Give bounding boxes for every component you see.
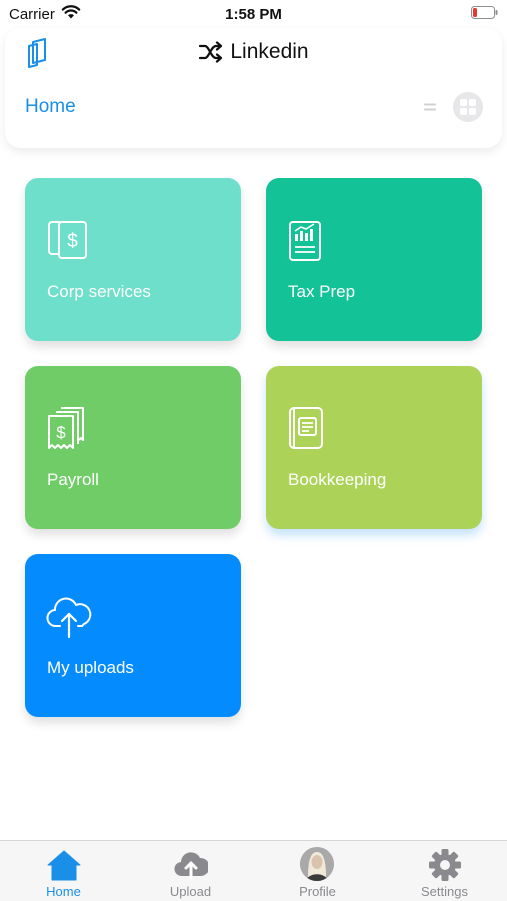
tab-home[interactable]: Home <box>0 841 127 901</box>
app-title-text: Linkedin <box>230 40 309 63</box>
tab-label: Upload <box>169 884 212 899</box>
tile-label: My uploads <box>47 658 134 677</box>
app-title: Linkedin <box>5 40 502 64</box>
ledger-book-icon <box>289 407 323 449</box>
cloud-upload-icon <box>174 852 208 880</box>
tab-label: Home <box>46 884 81 899</box>
grid-view-icon <box>460 99 476 115</box>
avatar <box>300 847 334 881</box>
tab-settings[interactable]: Settings <box>381 841 507 901</box>
gear-icon <box>429 849 461 881</box>
cloud-upload-icon <box>46 597 92 638</box>
tab-label: Profile <box>299 884 336 899</box>
tab-label: Settings <box>421 884 468 899</box>
page-title: Home <box>25 96 76 117</box>
status-bar: Carrier 1:58 PM <box>0 0 507 28</box>
tile-label: Bookkeeping <box>288 470 387 489</box>
battery-icon <box>471 6 498 19</box>
tile-payroll[interactable]: $ Payroll <box>25 366 241 529</box>
svg-text:$: $ <box>67 231 78 252</box>
tile-corp-services[interactable]: $ Corp services <box>25 178 241 341</box>
tab-bar: Home Upload Profile Settings <box>0 840 507 901</box>
tile-bookkeeping[interactable]: Bookkeeping <box>266 366 482 529</box>
tab-profile[interactable]: Profile <box>254 841 381 901</box>
tile-tax-prep[interactable]: Tax Prep <box>266 178 482 341</box>
receipts-icon: $ <box>48 407 84 449</box>
grid-view-button[interactable] <box>453 92 483 122</box>
clock: 1:58 PM <box>225 6 282 23</box>
svg-text:$: $ <box>56 423 66 442</box>
tab-upload[interactable]: Upload <box>127 841 254 901</box>
tile-my-uploads[interactable]: My uploads <box>25 554 241 717</box>
tile-label: Payroll <box>47 470 99 489</box>
home-icon <box>47 850 81 881</box>
header-card: Linkedin Home <box>5 28 502 148</box>
shuffle-icon <box>199 41 223 63</box>
list-view-icon[interactable] <box>423 100 437 114</box>
chart-report-icon <box>289 221 321 261</box>
dollar-document-icon: $ <box>48 221 87 259</box>
tile-label: Corp services <box>47 282 151 301</box>
tile-label: Tax Prep <box>288 282 356 301</box>
